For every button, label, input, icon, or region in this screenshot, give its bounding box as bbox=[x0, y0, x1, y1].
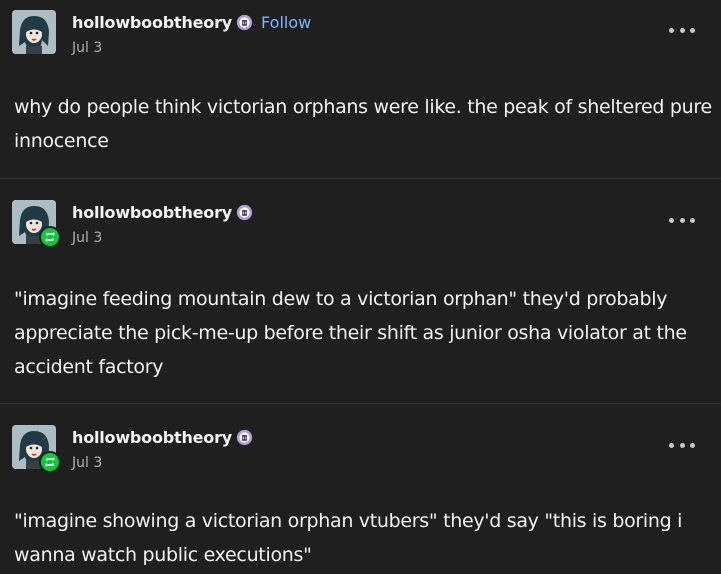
reblog-icon bbox=[39, 226, 61, 248]
username[interactable]: hollowboobtheory bbox=[72, 13, 232, 32]
post-header: hollowboobtheory bbox=[72, 426, 253, 448]
post-text: why do people think victorian orphans we… bbox=[14, 96, 712, 152]
post-reblog: hollowboobtheory Jul 3 "imagine feeding … bbox=[0, 179, 721, 403]
post-date[interactable]: Jul 3 bbox=[72, 40, 102, 56]
post-date[interactable]: Jul 3 bbox=[72, 455, 102, 471]
follow-button[interactable]: Follow bbox=[261, 13, 311, 32]
badge-icon bbox=[236, 429, 253, 445]
more-options-icon[interactable] bbox=[669, 213, 695, 227]
username[interactable]: hollowboobtheory bbox=[72, 203, 232, 222]
post-date[interactable]: Jul 3 bbox=[72, 230, 102, 246]
more-options-icon[interactable] bbox=[669, 438, 695, 452]
more-options-icon[interactable] bbox=[669, 23, 695, 37]
post-text: "imagine showing a victorian orphan vtub… bbox=[14, 510, 683, 566]
username[interactable]: hollowboobtheory bbox=[72, 428, 232, 447]
post-header: hollowboobtheory bbox=[72, 201, 253, 223]
post-header: hollowboobtheory Follow bbox=[72, 11, 311, 33]
post-original: hollowboobtheory Follow Jul 3 why do peo… bbox=[0, 0, 721, 178]
badge-icon bbox=[236, 14, 253, 30]
reblog-icon bbox=[39, 451, 61, 473]
avatar[interactable] bbox=[12, 10, 56, 54]
post-text: "imagine feeding mountain dew to a victo… bbox=[14, 288, 687, 378]
post-reblog: hollowboobtheory Jul 3 "imagine showing … bbox=[0, 404, 721, 574]
badge-icon bbox=[236, 204, 253, 220]
